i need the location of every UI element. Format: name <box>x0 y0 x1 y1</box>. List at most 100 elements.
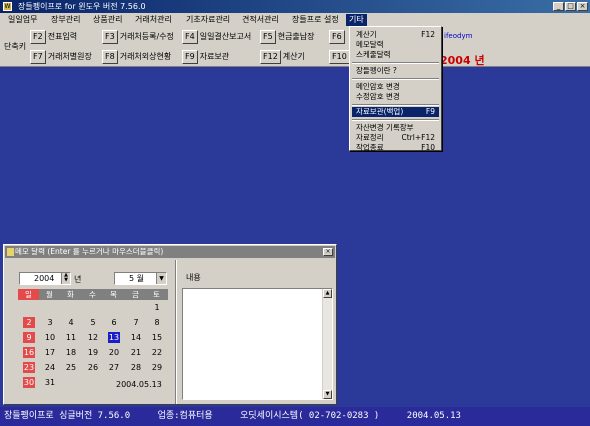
memo-content-box[interactable]: ▲ ▼ <box>182 288 333 400</box>
memo-title-bar: 메모 달력 (Enter 를 누르거나 마우스더블클릭) × <box>5 246 335 258</box>
calendar-day[interactable]: 9 <box>23 332 35 343</box>
scroll-down-icon[interactable]: ▼ <box>323 390 332 399</box>
weekday-label: 목 <box>110 290 117 299</box>
menu-memo-calendar[interactable]: 메모달력 <box>352 40 439 50</box>
weekday-label: 화 <box>67 290 74 299</box>
f5-button[interactable]: F5 현금출납장 <box>260 30 315 45</box>
menu-schedule-calendar[interactable]: 스케줄달력 <box>352 50 439 60</box>
menu-calculator[interactable]: 계산기 F12 <box>352 30 439 40</box>
calendar-day[interactable]: 12 <box>87 332 99 343</box>
maximize-icon[interactable]: □ <box>565 2 576 11</box>
calendar-day[interactable]: 15 <box>151 332 163 343</box>
calendar-day[interactable]: 29 <box>151 362 163 373</box>
weekday-label: 토 <box>153 290 160 299</box>
f4-button[interactable]: F4 일일결산보고서 <box>182 30 251 45</box>
shortcut-toolbar: 단축키 F2 전표입력 F3 거래처등록/수정 F4 일일결산보고서 F5 현금출납장 … <box>0 27 590 67</box>
selected-date: 2004.05.13 <box>116 380 162 389</box>
calendar-day[interactable]: 11 <box>65 332 77 343</box>
menu-etc[interactable]: 기타 <box>346 14 367 26</box>
f3-button[interactable]: F3 거래처등록/수정 <box>102 30 174 45</box>
calendar-day[interactable]: 30 <box>23 377 35 388</box>
menu-about[interactable]: 장들펭이란 ? <box>352 66 439 76</box>
menu-asset-log[interactable]: 자산변경 기록장부 <box>352 123 439 133</box>
f2-button[interactable]: F2 전표입력 <box>30 30 77 45</box>
menu-basedata[interactable]: 기초자료관리 <box>183 14 233 26</box>
divider <box>175 260 177 404</box>
menu-separator <box>352 62 439 64</box>
menu-daily[interactable]: 일일업무 <box>5 14 40 26</box>
year-label: 년 <box>74 275 82 284</box>
user-name: ifeodym <box>444 32 473 40</box>
close-icon[interactable]: × <box>577 2 588 11</box>
scroll-up-icon[interactable]: ▲ <box>323 289 332 298</box>
weekday-label: 금 <box>132 290 139 299</box>
menu-separator <box>352 104 439 106</box>
f6-button[interactable]: F6 <box>329 30 347 45</box>
menu-separator <box>352 119 439 121</box>
minimize-icon[interactable]: _ <box>553 2 564 11</box>
window-title: 장들펭이프로 for 윈도우 버전 7.56.0 <box>18 2 146 11</box>
calendar-day[interactable]: 22 <box>151 347 163 358</box>
calendar-day[interactable]: 20 <box>108 347 120 358</box>
title-bar: W 장들펭이프로 for 윈도우 버전 7.56.0 _ □ × <box>0 0 590 13</box>
menu-separator <box>352 78 439 80</box>
month-select[interactable]: 5 월 ▼ <box>114 272 167 285</box>
menu-main-password[interactable]: 메인암호 변경 <box>352 82 439 92</box>
menu-data-cleanup[interactable]: 자료정리 Ctrl+F12 <box>352 133 439 143</box>
calendar-day[interactable]: 23 <box>23 362 35 373</box>
f12-button[interactable]: F12 계산기 <box>260 50 305 65</box>
menu-settings[interactable]: 장들프로 설정 <box>289 14 342 26</box>
spin-arrows-icon[interactable]: ▲ ▼ <box>61 273 70 284</box>
status-date: 2004.05.13 <box>406 411 461 421</box>
memo-calendar-window: 메모 달력 (Enter 를 누르거나 마우스더블클릭) × 2004 ▲ ▼ 년… <box>3 244 337 405</box>
calendar-day[interactable]: 1 <box>151 302 163 313</box>
calendar-day[interactable]: 4 <box>65 317 77 328</box>
year-spinner[interactable]: 2004 ▲ ▼ <box>19 272 71 285</box>
menu-product[interactable]: 상품관리 <box>90 14 125 26</box>
menu-estimate[interactable]: 견적서관리 <box>239 14 282 26</box>
calendar-day[interactable]: 18 <box>65 347 77 358</box>
calendar-day[interactable]: 31 <box>44 377 56 388</box>
weekday-label: 월 <box>46 290 53 299</box>
calendar-day[interactable]: 27 <box>108 362 120 373</box>
menu-edit-password[interactable]: 수정암호 변경 <box>352 92 439 102</box>
calendar-day[interactable]: 14 <box>130 332 142 343</box>
vertical-scrollbar[interactable]: ▲ ▼ <box>322 289 332 399</box>
calendar-day[interactable]: 24 <box>44 362 56 373</box>
calendar-day[interactable]: 13 <box>108 332 120 343</box>
calendar-day[interactable]: 5 <box>87 317 99 328</box>
calendar-day[interactable]: 8 <box>151 317 163 328</box>
menu-exit[interactable]: 작업종료 F10 <box>352 143 439 153</box>
calendar-day[interactable]: 19 <box>87 347 99 358</box>
weekday-label: 일 <box>18 289 39 300</box>
status-version: 장들펭이프로 싱글버전 7.56.0 <box>4 411 131 421</box>
weekday-label: 수 <box>89 290 96 299</box>
calendar-day[interactable]: 16 <box>23 347 35 358</box>
f8-button[interactable]: F8 거래처외상현황 <box>102 50 171 65</box>
menu-bar: 일일업무 장부관리 상품관리 거래처관리 기초자료관리 견적서관리 장들프로 설… <box>0 13 590 27</box>
calendar-day[interactable]: 28 <box>130 362 142 373</box>
close-icon[interactable]: × <box>323 248 333 256</box>
menu-ledger[interactable]: 장부관리 <box>48 14 83 26</box>
f9-button[interactable]: F9 자료보관 <box>182 50 229 65</box>
shortcut-label: 단축키 <box>4 42 27 51</box>
calendar-day[interactable]: 26 <box>87 362 99 373</box>
memo-textarea[interactable] <box>185 291 322 397</box>
app-icon: W <box>3 2 12 11</box>
calendar-day[interactable]: 25 <box>65 362 77 373</box>
memo-title: 메모 달력 (Enter 를 누르거나 마우스더블클릭) <box>15 247 164 256</box>
status-bar: 장들펭이프로 싱글버전 7.56.0 업종:컴퓨터용 오딧세이시스템( 02-7… <box>0 407 590 426</box>
content-label: 내용 <box>186 273 201 282</box>
calendar-day[interactable]: 2 <box>23 317 35 328</box>
memo-icon <box>7 248 14 256</box>
calendar-day[interactable]: 7 <box>130 317 142 328</box>
calendar-day[interactable]: 3 <box>44 317 56 328</box>
calendar-day[interactable]: 17 <box>44 347 56 358</box>
chevron-down-icon[interactable]: ▼ <box>156 273 166 284</box>
calendar-day[interactable]: 21 <box>130 347 142 358</box>
f7-button[interactable]: F7 거래처별원장 <box>30 50 92 65</box>
menu-client[interactable]: 거래처관리 <box>132 14 175 26</box>
calendar-day[interactable]: 10 <box>44 332 56 343</box>
menu-backup[interactable]: 자료보관(백업) F9 <box>352 107 439 117</box>
calendar-day[interactable]: 6 <box>108 317 120 328</box>
